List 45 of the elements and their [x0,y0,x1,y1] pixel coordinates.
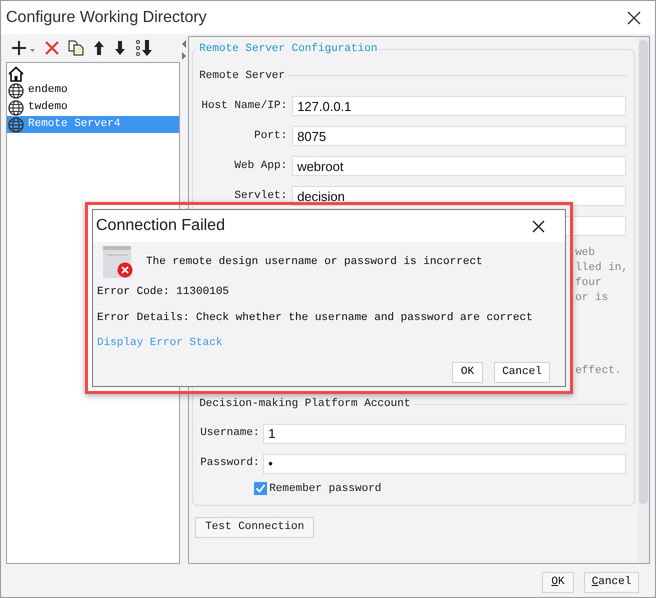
note-text: or is [575,291,608,306]
error-code: Error Code: 11300105 [97,285,230,300]
note-text: four [575,276,602,291]
text-field[interactable]: 1 [263,424,626,444]
ok-button[interactable]: OK [452,362,483,382]
text-field[interactable]: webroot [292,156,626,176]
note-text: lled in, [575,261,628,276]
section-title: Remote Server [199,68,286,84]
note-text: web [575,246,595,261]
ok-button[interactable]: OK [542,572,574,593]
arrow-down-icon[interactable] [114,40,126,56]
home-icon [8,66,24,82]
field-label: Servlet: [233,188,288,204]
error-details: Error Details: Check whether the username and password are correct [97,310,533,326]
globe-icon [8,100,24,116]
copy-icon[interactable] [68,40,84,56]
checkbox-label: Remember password [269,482,382,496]
dialog-title: Connection Failed [96,216,225,236]
tree-item[interactable]: endemo [7,82,180,99]
field-label: Host Name/IP: [200,98,288,114]
field-label: Username: [199,426,261,442]
tree-item[interactable]: twdemo [7,99,180,116]
text-field[interactable]: • [263,454,626,474]
note-text: effect. [575,364,622,379]
arrow-up-icon[interactable] [93,40,105,56]
group-title: Remote Server Configuration [198,42,378,57]
error-icon [103,246,133,278]
cancel-button[interactable]: Cancel [494,362,550,382]
cancel-button[interactable]: Cancel [584,572,639,593]
window-title: Configure Working Directory [6,8,207,28]
add-icon[interactable] [12,40,36,56]
field-label: Port: [253,128,288,144]
globe-icon [8,82,24,98]
scrollbar[interactable] [638,37,649,563]
field-label: Web App: [233,158,288,174]
move-to-bottom-icon[interactable] [135,39,153,57]
checkbox[interactable] [254,482,268,496]
text-field[interactable]: 8075 [292,126,626,146]
test-connection-button[interactable]: Test Connection [195,517,314,538]
globe-icon [8,116,24,132]
field-label: Password: [199,456,261,472]
section-title: Decision-making Platform Account [199,397,410,412]
text-field[interactable]: 127.0.0.1 [292,96,626,116]
error-message: The remote design username or password is incorrect [146,254,483,270]
delete-icon[interactable] [45,41,59,55]
